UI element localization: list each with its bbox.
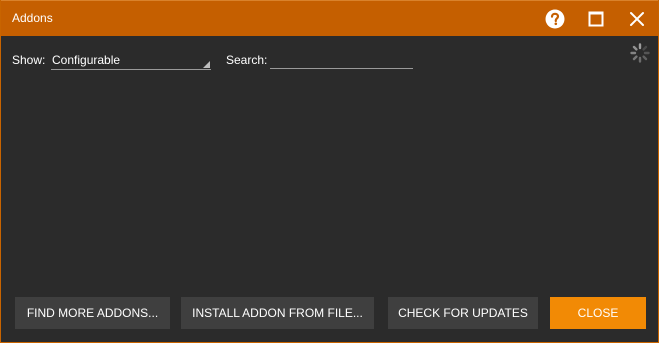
maximize-button[interactable] [585, 8, 607, 30]
help-button[interactable] [544, 8, 566, 30]
window-title: Addons [12, 11, 53, 25]
loading-spinner-icon [630, 43, 650, 63]
addons-dialog: Addons Show: Configurable Search: FIND M… [0, 0, 659, 343]
help-circle-icon [545, 9, 565, 29]
close-window-button[interactable] [626, 8, 648, 30]
search-input[interactable] [270, 50, 413, 69]
find-more-addons-button[interactable]: FIND MORE ADDONS... [15, 297, 170, 329]
title-bar: Addons [1, 0, 658, 36]
close-button[interactable]: CLOSE [550, 297, 646, 329]
show-label: Show: [12, 53, 46, 67]
dropdown-arrow-icon [203, 61, 210, 68]
show-filter-value: Configurable [52, 53, 121, 67]
show-filter-dropdown[interactable]: Configurable [51, 50, 211, 70]
addon-list [1, 76, 658, 286]
search-label: Search: [226, 53, 268, 67]
check-for-updates-button[interactable]: CHECK FOR UPDATES [388, 297, 538, 329]
maximize-icon [588, 11, 604, 27]
install-addon-from-file-button[interactable]: INSTALL ADDON FROM FILE... [181, 297, 374, 329]
close-icon [630, 12, 644, 26]
